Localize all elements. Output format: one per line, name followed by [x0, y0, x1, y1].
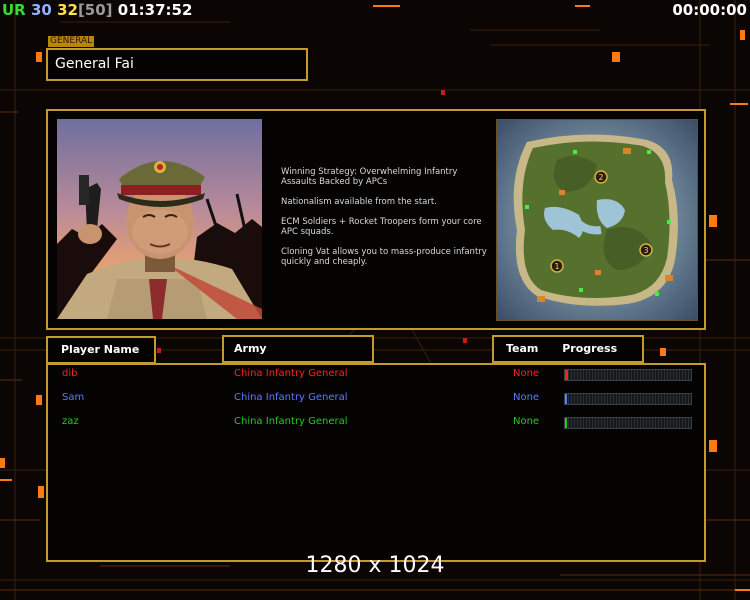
player-row[interactable]: zaz China Infantry General None	[48, 414, 704, 430]
general-name: General Fai	[55, 56, 134, 72]
general-name-box: General Fai	[46, 48, 308, 81]
map-marker: 2	[598, 173, 603, 182]
progress-fill	[565, 370, 568, 380]
player-team: None	[513, 392, 540, 403]
minimap: 2 1 3	[496, 119, 698, 321]
map-marker: 3	[643, 246, 648, 255]
progress-bar	[564, 369, 692, 381]
player-name: Sam	[62, 392, 85, 403]
timer: 00:00:00	[672, 1, 747, 19]
description-line: Winning Strategy: Overwhelming Infantry …	[281, 167, 458, 187]
player-name: dib	[62, 368, 78, 379]
player-row[interactable]: Sam China Infantry General None	[48, 390, 704, 406]
player-army: China Infantry General	[234, 368, 348, 379]
header-army: Army	[222, 335, 374, 363]
header-progress: Progress	[562, 342, 618, 355]
ur-label: UR	[2, 1, 26, 19]
description-line: ECM Soldiers + Rocket Troopers form your…	[281, 217, 482, 237]
description-line: Nationalism available from the start.	[281, 197, 437, 207]
description-line: Cloning Vat allows you to mass-produce i…	[281, 247, 487, 267]
map-marker: 1	[554, 262, 559, 271]
game-time: 01:37:52	[117, 1, 193, 19]
player-team: None	[513, 416, 540, 427]
stat-value-b: 32	[57, 1, 78, 19]
stat-value-c: [50]	[77, 1, 113, 19]
progress-bar	[564, 417, 692, 429]
header-team-progress: Team Progress	[492, 335, 644, 363]
player-row[interactable]: dib China Infantry General None	[48, 366, 704, 382]
header-team: Team	[506, 342, 539, 355]
hud-stats: UR 30 32[50] 01:37:52	[2, 1, 192, 19]
player-name: zaz	[62, 416, 79, 427]
progress-bar	[564, 393, 692, 405]
progress-fill	[565, 394, 567, 404]
progress-fill	[565, 418, 567, 428]
players-list: dib China Infantry General None Sam China In…	[46, 363, 706, 562]
player-army: China Infantry General	[234, 416, 348, 427]
player-army: China Infantry General	[234, 392, 348, 403]
resolution-label: 1280 x 1024	[305, 553, 445, 578]
general-portrait	[57, 119, 262, 319]
player-team: None	[513, 368, 540, 379]
general-tag: GENERAL	[48, 36, 95, 47]
general-info-panel: Winning Strategy: Overwhelming Infantry …	[46, 109, 706, 330]
strategy-description: Winning Strategy: Overwhelming Infantry …	[281, 167, 491, 277]
stat-value-a: 30	[30, 1, 52, 19]
header-player-name: Player Name	[46, 336, 156, 364]
